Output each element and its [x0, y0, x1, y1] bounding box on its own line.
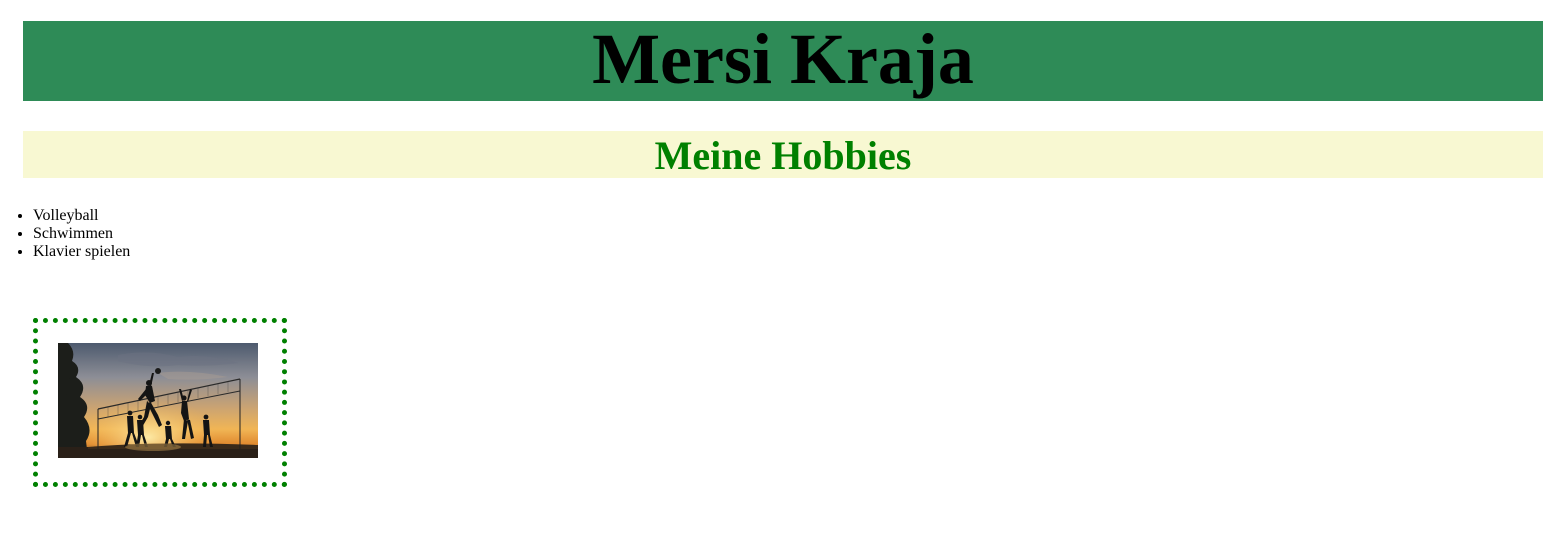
page-banner: Mersi Kraja: [23, 21, 1543, 101]
photo-frame: [33, 318, 287, 487]
list-item: Schwimmen: [33, 225, 130, 243]
list-item: Klavier spielen: [33, 243, 130, 261]
section-heading: Meine Hobbies: [654, 132, 912, 178]
page-title: Mersi Kraja: [592, 19, 974, 99]
list-item: Volleyball: [33, 207, 130, 225]
volleyball-photo: [58, 343, 258, 458]
hobbies-section-header: Meine Hobbies: [23, 131, 1543, 178]
hobby-list: Volleyball Schwimmen Klavier spielen: [0, 207, 130, 261]
